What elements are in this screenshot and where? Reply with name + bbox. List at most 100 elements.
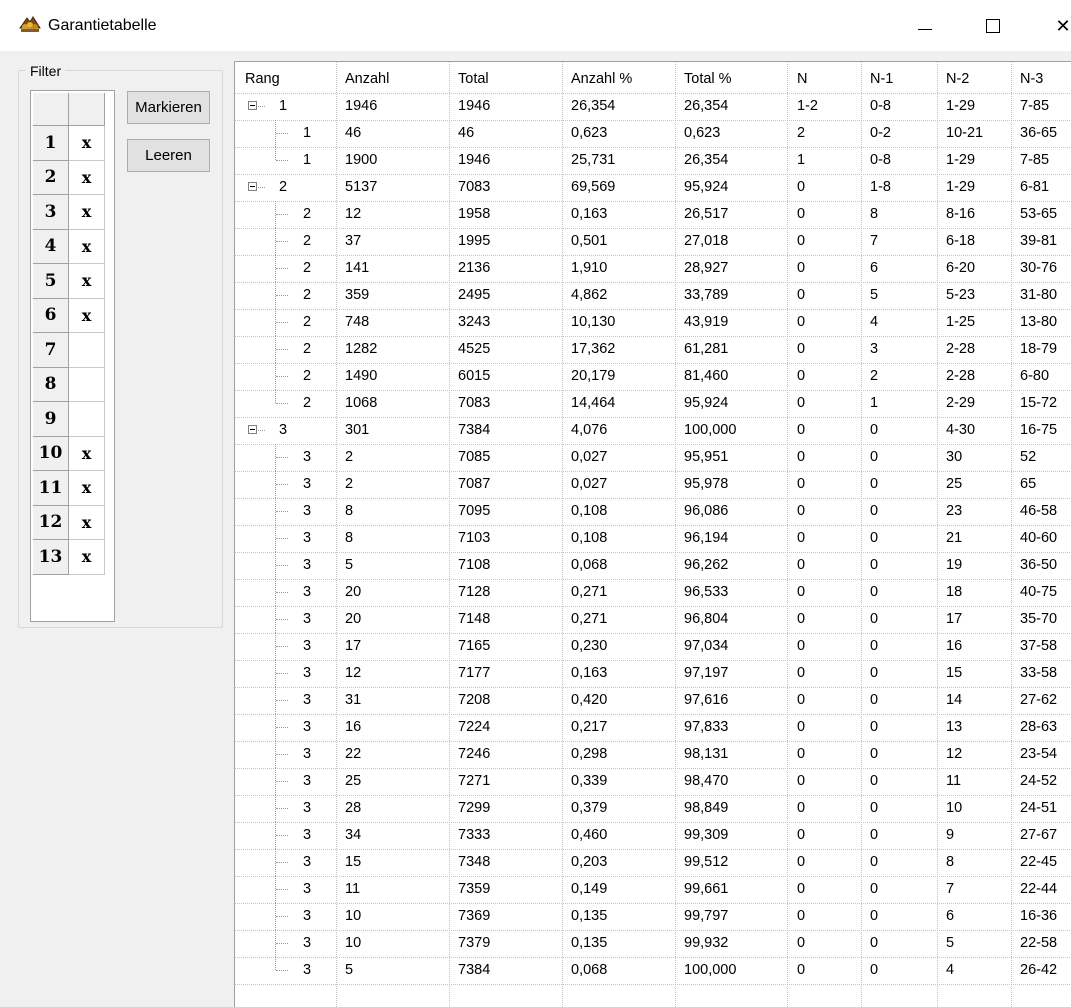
column-header[interactable]: N bbox=[797, 66, 807, 93]
filter-row-mark[interactable]: x bbox=[69, 298, 105, 333]
table-row[interactable]: 2 1282 4525 17,362 61,281 0 3 2-28 18-79 bbox=[235, 336, 1071, 363]
filter-row-mark[interactable] bbox=[69, 402, 105, 437]
table-cell: 3243 bbox=[458, 314, 491, 330]
filter-row[interactable]: 12 x bbox=[33, 505, 105, 540]
table-row[interactable]: 3 25 7271 0,339 98,470 0 0 11 24-52 bbox=[235, 768, 1071, 795]
table-row[interactable]: 3 2 7085 0,027 95,951 0 0 30 52 bbox=[235, 444, 1071, 471]
table-row[interactable]: 3 11 7359 0,149 99,661 0 0 7 22-44 bbox=[235, 876, 1071, 903]
filter-row[interactable]: 6x bbox=[33, 298, 105, 333]
filter-row-mark[interactable]: x bbox=[69, 436, 105, 471]
table-cell: 0 bbox=[797, 287, 806, 303]
table-cell: 7208 bbox=[458, 692, 491, 708]
table-row[interactable]: 3 22 7246 0,298 98,131 0 0 12 23-54 bbox=[235, 741, 1071, 768]
filter-row-mark[interactable]: x bbox=[69, 505, 105, 540]
table-row[interactable]: 3 10 7369 0,135 99,797 0 0 6 16-36 bbox=[235, 903, 1071, 930]
table-row[interactable]: 3 16 7224 0,217 97,833 0 0 13 28-63 bbox=[235, 714, 1071, 741]
filter-row[interactable]: 5x bbox=[33, 264, 105, 299]
table-row[interactable]: 2 1068 7083 14,464 95,924 0 1 2-29 15-72 bbox=[235, 390, 1071, 417]
table-cell: 0 bbox=[797, 530, 806, 546]
table-cell: 0 bbox=[870, 854, 879, 870]
collapse-icon[interactable] bbox=[248, 182, 257, 191]
mark-button[interactable]: Markieren bbox=[127, 91, 210, 124]
column-header[interactable]: Anzahl bbox=[345, 66, 389, 93]
table-row[interactable]: 2 12 1958 0,163 26,517 0 8 8-16 53-65 bbox=[235, 201, 1071, 228]
table-row[interactable]: 3 31 7208 0,420 97,616 0 0 14 27-62 bbox=[235, 687, 1071, 714]
column-header[interactable]: Total % bbox=[684, 66, 732, 93]
table-cell: 2495 bbox=[458, 287, 491, 303]
filter-row-number: 3 bbox=[33, 195, 69, 230]
table-cell: 40-60 bbox=[1020, 530, 1058, 546]
filter-row[interactable]: 10 x bbox=[33, 436, 105, 471]
clear-button[interactable]: Leeren bbox=[127, 139, 210, 172]
table-cell: 10 bbox=[345, 935, 362, 951]
table-cell: 0,298 bbox=[571, 746, 608, 762]
column-header[interactable]: Anzahl % bbox=[571, 66, 632, 93]
filter-row[interactable]: 13 x bbox=[33, 540, 105, 575]
guarantee-tree-table[interactable]: Rang Anzahl Total Anzahl % Total % N N-1 N-2 N-3… bbox=[234, 61, 1071, 1007]
table-row[interactable]: 3 5 7384 0,068 100,000 0 0 4 26-42 bbox=[235, 957, 1071, 984]
tree-connector bbox=[276, 808, 288, 809]
table-row[interactable]: 3 28 7299 0,379 98,849 0 0 10 24-51 bbox=[235, 795, 1071, 822]
column-header[interactable]: N-1 bbox=[870, 66, 893, 93]
table-row[interactable]: 3 8 7095 0,108 96,086 0 0 23 46-58 bbox=[235, 498, 1071, 525]
table-row[interactable]: 3 34 7333 0,460 99,309 0 0 9 27-67 bbox=[235, 822, 1071, 849]
filter-grid[interactable]: 1 x 2 x 3 x 4 x 5 x 6 x 7 8 9 10 x 11 x 12 x 13 x bbox=[30, 90, 115, 622]
table-row[interactable]: 2 1490 6015 20,179 81,460 0 2 2-28 6-80 bbox=[235, 363, 1071, 390]
filter-row-mark[interactable]: x bbox=[69, 229, 105, 264]
filter-row[interactable]: 4x bbox=[33, 229, 105, 264]
table-cell: 96,262 bbox=[684, 557, 729, 573]
table-cell: 7333 bbox=[458, 827, 491, 843]
filter-row[interactable]: 8 bbox=[33, 367, 105, 402]
table-row[interactable]: 1 1900 1946 25,731 26,354 1 0-8 1-29 7-85 bbox=[235, 147, 1071, 174]
filter-row-mark[interactable] bbox=[69, 333, 105, 368]
table-row[interactable]: 1 46 46 0,623 0,623 2 0-2 10-21 36-65 bbox=[235, 120, 1071, 147]
filter-row[interactable]: 9 bbox=[33, 402, 105, 437]
column-header[interactable]: N-2 bbox=[946, 66, 969, 93]
table-row[interactable]: 3 15 7348 0,203 99,512 0 0 8 22-45 bbox=[235, 849, 1071, 876]
table-row[interactable]: 3 5 7108 0,068 96,262 0 0 19 36-50 bbox=[235, 552, 1071, 579]
filter-row[interactable]: 3x bbox=[33, 195, 105, 230]
table-row[interactable]: 2 748 3243 10,130 43,919 0 4 1-25 13-80 bbox=[235, 309, 1071, 336]
table-row[interactable]: 3 17 7165 0,230 97,034 0 0 16 37-58 bbox=[235, 633, 1071, 660]
table-row-group[interactable]: 1 1946 1946 26,354 26,354 1-2 0-8 1-29 7-85 bbox=[235, 93, 1071, 120]
table-row[interactable]: 3 20 7128 0,271 96,533 0 0 18 40-75 bbox=[235, 579, 1071, 606]
table-cell: 4-30 bbox=[946, 422, 976, 438]
filter-row-mark[interactable]: x bbox=[69, 540, 105, 575]
table-row[interactable]: 3 12 7177 0,163 97,197 0 0 15 33-58 bbox=[235, 660, 1071, 687]
filter-row-mark[interactable]: x bbox=[69, 195, 105, 230]
filter-row[interactable]: 7 bbox=[33, 333, 105, 368]
filter-row-mark[interactable]: x bbox=[69, 160, 105, 195]
filter-row[interactable]: 1x bbox=[33, 126, 105, 161]
filter-row[interactable]: 11 x bbox=[33, 471, 105, 506]
table-row[interactable]: 3 20 7148 0,271 96,804 0 0 17 35-70 bbox=[235, 606, 1071, 633]
table-row[interactable]: 2 359 2495 4,862 33,789 0 5 5-23 31-80 bbox=[235, 282, 1071, 309]
table-cell: 0 bbox=[797, 260, 806, 276]
table-cell: 8-16 bbox=[946, 206, 976, 222]
table-row[interactable]: 3 2 7087 0,027 95,978 0 0 25 65 bbox=[235, 471, 1071, 498]
close-button[interactable]: ✕ bbox=[1040, 9, 1071, 43]
collapse-icon[interactable] bbox=[248, 101, 257, 110]
table-cell: 0 bbox=[797, 962, 806, 978]
table-row[interactable]: 3 8 7103 0,108 96,194 0 0 21 40-60 bbox=[235, 525, 1071, 552]
table-cell: 69,569 bbox=[571, 179, 616, 195]
column-header[interactable]: N-3 bbox=[1020, 66, 1043, 93]
filter-row-mark[interactable]: x bbox=[69, 264, 105, 299]
filter-row-mark[interactable]: x bbox=[69, 126, 105, 161]
table-row[interactable]: 2 141 2136 1,910 28,927 0 6 6-20 30-76 bbox=[235, 255, 1071, 282]
filter-row[interactable]: 2x bbox=[33, 160, 105, 195]
minimize-button[interactable] bbox=[902, 9, 948, 43]
collapse-icon[interactable] bbox=[248, 425, 257, 434]
filter-row-mark[interactable]: x bbox=[69, 471, 105, 506]
table-row[interactable]: 3 10 7379 0,135 99,932 0 0 5 22-58 bbox=[235, 930, 1071, 957]
table-row-group[interactable]: 3 301 7384 4,076 100,000 0 0 4-30 16-75 bbox=[235, 417, 1071, 444]
maximize-button[interactable] bbox=[970, 9, 1016, 43]
table-row[interactable]: 2 37 1995 0,501 27,018 0 7 6-18 39-81 bbox=[235, 228, 1071, 255]
table-row-group[interactable]: 2 5137 7083 69,569 95,924 0 1-8 1-29 6-81 bbox=[235, 174, 1071, 201]
table-cell: 2 bbox=[345, 449, 354, 465]
table-cell: 6-80 bbox=[1020, 368, 1050, 384]
column-header[interactable]: Total bbox=[458, 66, 489, 93]
tree-connector bbox=[276, 754, 288, 755]
column-header[interactable]: Rang bbox=[245, 66, 280, 93]
filter-row-mark[interactable] bbox=[69, 367, 105, 402]
table-cell: 3 bbox=[303, 449, 312, 465]
